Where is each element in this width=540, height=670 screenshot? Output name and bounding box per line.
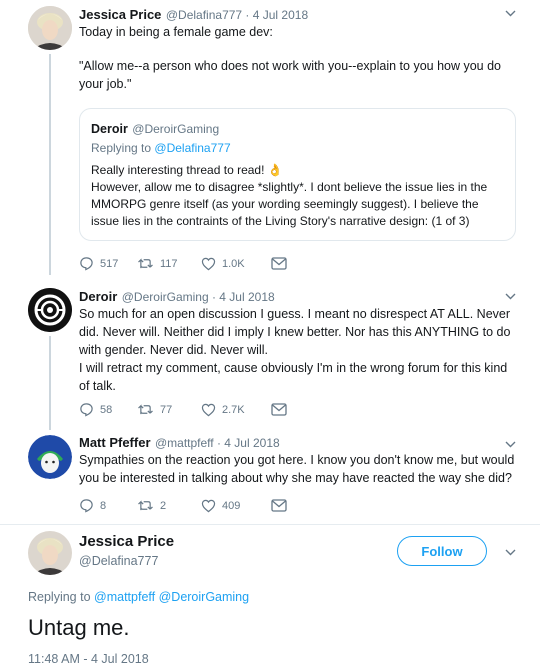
follow-button[interactable]: Follow [397,536,487,566]
retweet-count: 77 [160,403,173,416]
retweet-button[interactable]: 117 [137,257,201,270]
tweet-header: Matt Pfeffer @mattpfeff · 4 Jul 2018 [79,434,280,452]
replying-to-label: Replying to [28,590,91,604]
quoted-author-name: Deroir [91,122,128,136]
quoted-replying-to: Replying to @Delafina777 [91,141,231,155]
author-handle-and-date[interactable]: @DeroirGaming · 4 Jul 2018 [122,290,275,304]
like-button[interactable]: 1.0K [201,257,271,271]
envelope-icon [271,499,287,512]
main-author-handle[interactable]: @Delafina777 [79,554,158,568]
quoted-author-handle: @DeroirGaming [132,122,220,136]
replying-to-handles[interactable]: @mattpfeff @DeroirGaming [94,590,249,604]
like-button[interactable]: 2.7K [201,403,271,417]
chevron-down-icon[interactable] [505,547,516,559]
tweet-actions: 517 117 1.0K [79,256,287,271]
retweet-button[interactable]: 2 [137,499,201,512]
avatar-image [28,288,72,332]
chevron-down-icon[interactable] [505,439,516,451]
avatar-image [28,531,72,575]
tweet-header: Deroir @DeroirGaming · 4 Jul 2018 [79,288,275,306]
tweet-text-line2: "Allow me--a person who does not work wi… [79,59,502,91]
tweet-actions: 8 2 409 [79,498,287,513]
tweet-text-line1: Today in being a female game dev: [79,25,273,39]
quoted-tweet[interactable]: Deroir @DeroirGaming Replying to @Delafi… [79,108,516,241]
thread-line [49,54,51,275]
chevron-down-icon[interactable] [505,291,516,303]
author-handle-and-date[interactable]: @mattpfeff · 4 Jul 2018 [155,436,280,450]
like-count: 2.7K [222,403,245,416]
avatar-jessica-price[interactable] [28,6,72,50]
tweet-text: Sympathies on the reaction you got here.… [79,453,515,485]
heart-icon [201,499,216,512]
tweet-actions: 58 77 2.7K [79,402,287,417]
avatar-image [28,6,72,50]
direct-message-button[interactable] [271,257,287,270]
direct-message-button[interactable] [271,499,287,512]
avatar-image [28,435,72,479]
divider [0,524,540,525]
retweet-icon [138,258,153,269]
envelope-icon [271,403,287,416]
heart-icon [201,403,216,416]
retweet-count: 117 [160,257,178,270]
reply-button[interactable]: 58 [79,402,137,417]
reply-icon [80,257,93,271]
avatar-deroir[interactable] [28,288,72,332]
like-button[interactable]: 409 [201,499,271,513]
thread-line [49,336,51,430]
tweet-header: Jessica Price @Delafina777 · 4 Jul 2018 [79,6,308,24]
main-timestamp[interactable]: 11:48 AM - 4 Jul 2018 [28,652,149,666]
chevron-down-icon[interactable] [505,8,516,20]
retweet-button[interactable]: 77 [137,403,201,416]
reply-count: 517 [100,257,119,270]
author-name[interactable]: Matt Pfeffer [79,435,151,450]
retweet-count: 2 [160,499,167,512]
like-count: 1.0K [222,257,245,270]
follow-label: Follow [421,543,463,559]
main-replying-to: Replying to @mattpfeff @DeroirGaming [28,590,249,604]
replying-to-label: Replying to [91,141,152,155]
envelope-icon [271,257,287,270]
author-handle-and-date[interactable]: @Delafina777 · 4 Jul 2018 [166,8,308,22]
tweet-text: So much for an open discussion I guess. … [79,307,511,393]
reply-icon [80,403,93,417]
reply-button[interactable]: 517 [79,256,137,271]
retweet-icon [138,404,153,415]
quoted-text-line1: Really interesting thread to read! 👌 [91,163,283,177]
author-name[interactable]: Deroir [79,289,117,304]
quoted-text-body: However, allow me to disagree *slightly*… [91,180,488,228]
replying-to-handle[interactable]: @Delafina777 [154,141,230,155]
avatar-jessica-price[interactable] [28,531,72,575]
heart-icon [201,257,216,270]
reply-icon [80,499,93,513]
retweet-icon [138,500,153,511]
main-author-name[interactable]: Jessica Price [79,533,174,550]
main-tweet-text: Untag me. [28,615,130,640]
reply-count: 58 [100,403,113,416]
reply-button[interactable]: 8 [79,498,137,513]
like-count: 409 [222,499,241,512]
avatar-matt-pfeffer[interactable] [28,435,72,479]
direct-message-button[interactable] [271,403,287,416]
reply-count: 8 [100,499,107,512]
author-name[interactable]: Jessica Price [79,7,161,22]
